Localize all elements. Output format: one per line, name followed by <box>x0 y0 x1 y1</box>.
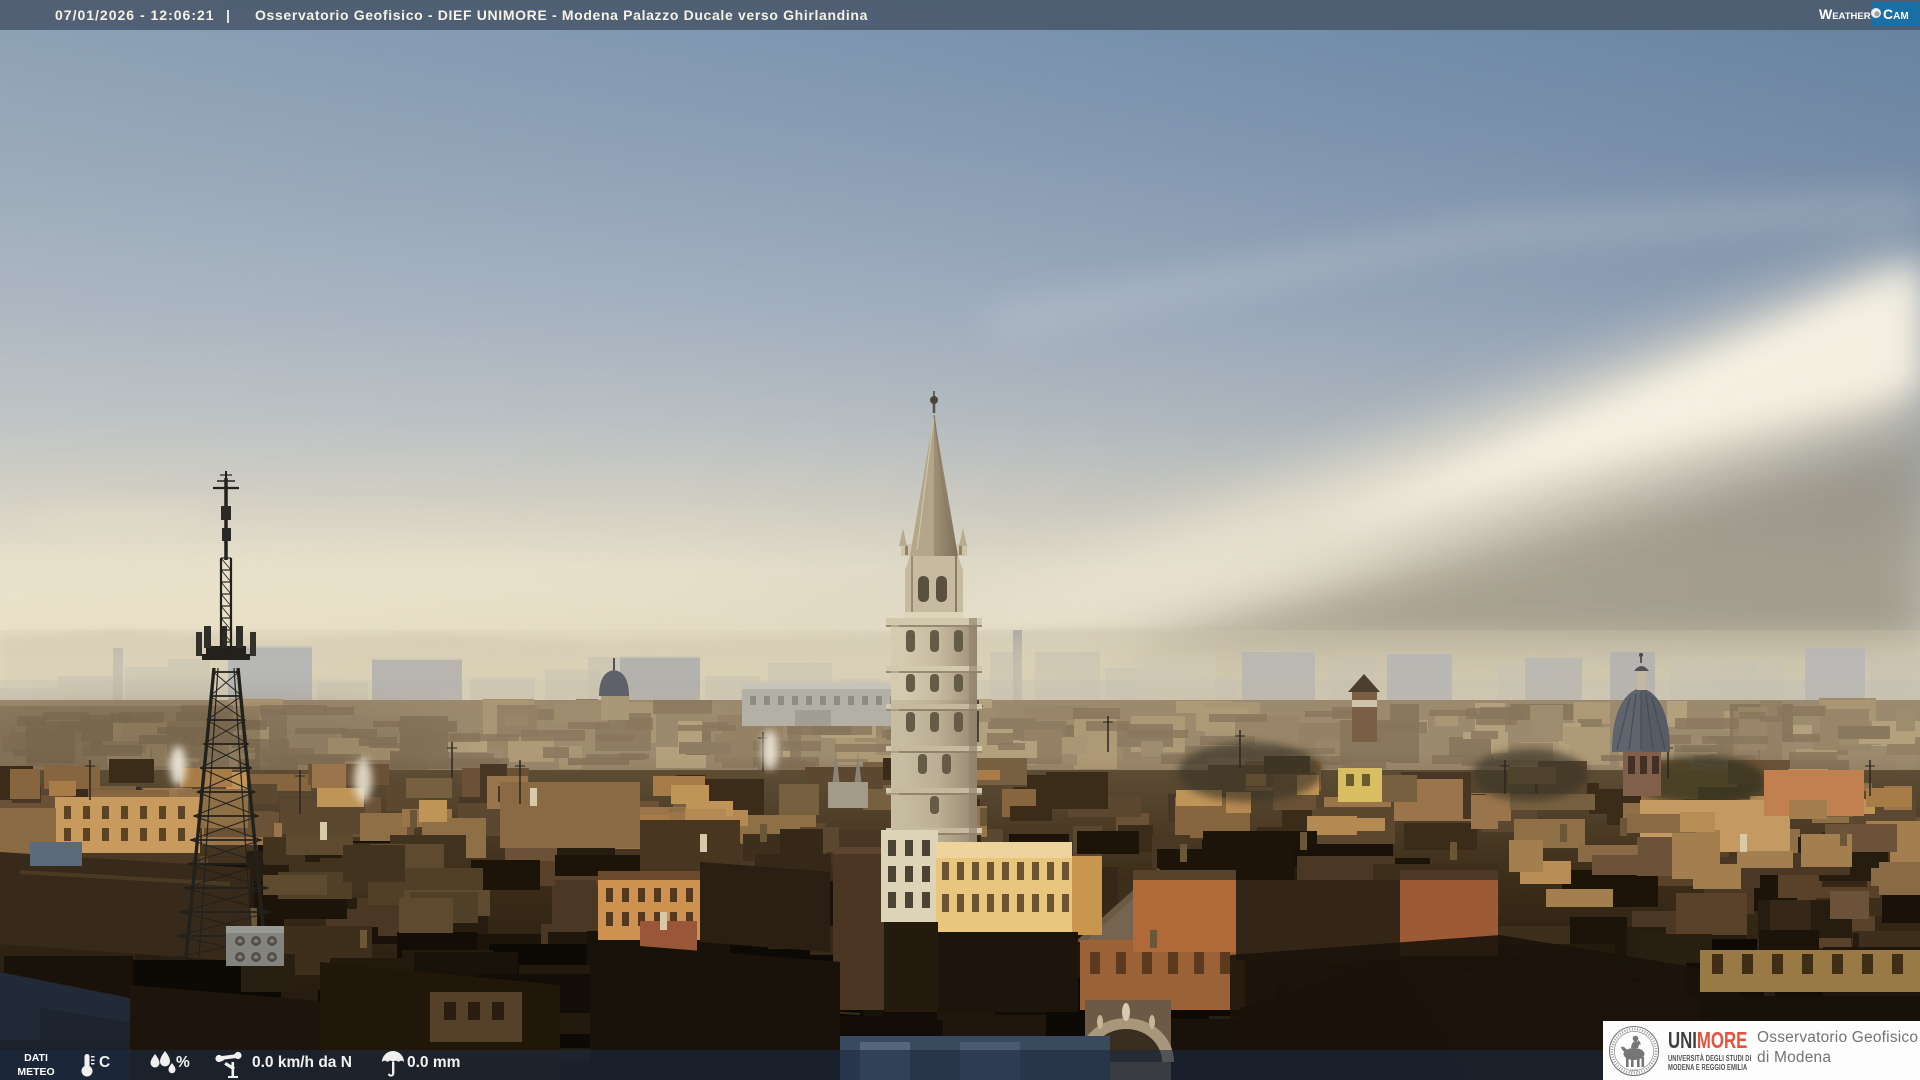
svg-text:WEATHER: WEATHER <box>1819 6 1871 22</box>
svg-text:1175: 1175 <box>1630 1068 1640 1073</box>
